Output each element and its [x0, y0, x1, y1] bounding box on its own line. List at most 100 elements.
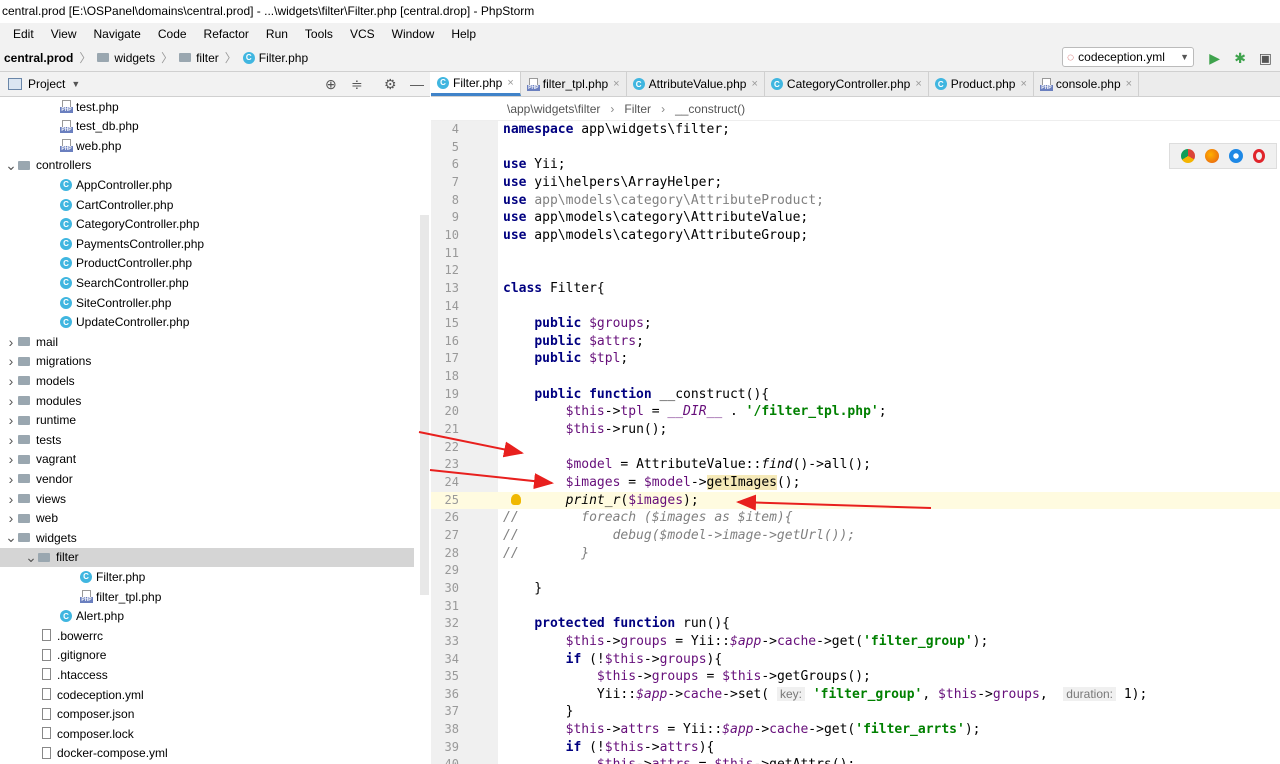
tree-item[interactable]: › tests — [0, 430, 414, 449]
code-line[interactable]: 22 — [431, 439, 1280, 457]
chrome-icon[interactable] — [1181, 149, 1195, 163]
project-panel-title[interactable]: Project — [28, 77, 65, 91]
code-line[interactable]: 11 — [431, 245, 1280, 263]
tree-item[interactable]: codeception.yml — [0, 685, 430, 704]
tree-item[interactable]: composer.json — [0, 705, 430, 724]
code-line[interactable]: 25 print_r($images); — [431, 491, 1280, 510]
code-line[interactable]: 8 use app\models\category\AttributeProduc… — [431, 192, 1280, 210]
tree-item[interactable]: ⌄ widgets — [0, 528, 414, 547]
chevron-right-icon[interactable]: › — [4, 432, 18, 448]
code-line[interactable]: 4 namespace app\widgets\filter; — [431, 121, 1280, 139]
tree-item[interactable]: C UpdateController.php — [0, 313, 430, 332]
code-line[interactable]: 9 use app\models\category\AttributeValue; — [431, 209, 1280, 227]
close-icon[interactable]: × — [751, 78, 757, 90]
tree-item[interactable]: C ProductController.php — [0, 254, 430, 273]
tree-item[interactable]: C PaymentsController.php — [0, 234, 430, 253]
code-line[interactable]: 24 $images = $model->getImages(); — [431, 474, 1280, 492]
code-line[interactable]: 30 } — [431, 580, 1280, 598]
tree-item[interactable]: › views — [0, 489, 414, 508]
tree-item[interactable]: C SearchController.php — [0, 273, 430, 292]
code-line[interactable]: 32 protected function run(){ — [431, 615, 1280, 633]
code-line[interactable]: 28 // } — [431, 545, 1280, 563]
tree-item[interactable]: docker-compose.yml — [0, 744, 430, 763]
tree-item[interactable]: C CartController.php — [0, 195, 430, 214]
code-line[interactable]: 31 — [431, 598, 1280, 616]
menu-item-run[interactable]: Run — [266, 27, 288, 41]
editor-tab[interactable]: PHP filter_tpl.php × — [521, 72, 627, 96]
code-line[interactable]: 21 $this->run(); — [431, 421, 1280, 439]
tree-item[interactable]: › migrations — [0, 352, 414, 371]
tree-item[interactable]: PHP test_db.php — [0, 117, 430, 136]
menu-item-help[interactable]: Help — [451, 27, 476, 41]
menu-item-edit[interactable]: Edit — [13, 27, 34, 41]
code-line[interactable]: 17 public $tpl; — [431, 350, 1280, 368]
tree-item[interactable]: › vendor — [0, 469, 414, 488]
tree-item[interactable]: composer.lock — [0, 724, 430, 743]
code-line[interactable]: 6 use Yii; — [431, 156, 1280, 174]
editor-tab[interactable]: C CategoryController.php × — [765, 72, 929, 96]
tree-item[interactable]: PHP filter_tpl.php — [0, 587, 430, 606]
tree-item[interactable]: C Filter.php — [0, 567, 430, 586]
code-line[interactable]: 29 — [431, 562, 1280, 580]
run-config-select[interactable]: ◌ codeception.yml ▼ — [1062, 47, 1194, 67]
tree-item[interactable]: › modules — [0, 391, 414, 410]
menu-item-code[interactable]: Code — [158, 27, 187, 41]
editor-tab[interactable]: C Filter.php × — [431, 72, 521, 96]
tree-item[interactable]: › runtime — [0, 411, 414, 430]
gear-icon[interactable]: ⚙ — [384, 76, 397, 93]
code-line[interactable]: 12 — [431, 262, 1280, 280]
close-icon[interactable]: × — [915, 78, 921, 90]
tree-item[interactable]: .htaccess — [0, 665, 430, 684]
tree-item[interactable]: .gitignore — [0, 646, 430, 665]
chevron-down-icon[interactable]: ⌄ — [4, 157, 18, 174]
tree-item[interactable]: PHP web.php — [0, 136, 430, 155]
tree-item[interactable]: .bowerrc — [0, 626, 430, 645]
chevron-down-icon[interactable]: ▼ — [71, 79, 80, 89]
chevron-right-icon[interactable]: › — [4, 471, 18, 487]
code-editor[interactable]: 4 namespace app\widgets\filter; 5 6 use Yii;… — [431, 121, 1280, 764]
minimize-icon[interactable]: — — [410, 76, 424, 92]
run-icon[interactable]: ▶ — [1209, 50, 1220, 67]
tree-item[interactable]: › web — [0, 509, 414, 528]
chevron-right-icon[interactable]: › — [4, 412, 18, 428]
menu-item-refactor[interactable]: Refactor — [204, 27, 249, 41]
tree-item[interactable]: C SiteController.php — [0, 293, 430, 312]
code-line[interactable]: 35 $this->groups = $this->getGroups(); — [431, 668, 1280, 686]
chevron-right-icon[interactable]: › — [4, 510, 18, 526]
code-line[interactable]: 38 $this->attrs = Yii::$app->cache->get(… — [431, 721, 1280, 739]
chevron-right-icon[interactable]: › — [4, 491, 18, 507]
opera-icon[interactable] — [1253, 149, 1265, 163]
code-line[interactable]: 5 — [431, 139, 1280, 157]
menu-item-tools[interactable]: Tools — [305, 27, 333, 41]
collapse-icon[interactable]: ≑ — [351, 76, 363, 93]
code-line[interactable]: 19 public function __construct(){ — [431, 386, 1280, 404]
nav-crumb-filter[interactable]: filter — [196, 51, 219, 65]
editor-tab[interactable]: PHP console.php × — [1034, 72, 1140, 96]
tree-item[interactable]: ⌄ controllers — [0, 156, 414, 175]
menu-item-window[interactable]: Window — [392, 27, 435, 41]
safari-icon[interactable] — [1229, 149, 1243, 163]
code-line[interactable]: 26 // foreach ($images as $item){ — [431, 509, 1280, 527]
tree-item[interactable]: ⌄ filter — [0, 547, 414, 567]
nav-crumb-widgets[interactable]: widgets — [114, 51, 155, 65]
editor-crumb-method[interactable]: __construct() — [675, 102, 745, 116]
code-line[interactable]: 13 class Filter{ — [431, 280, 1280, 298]
lightbulb-icon[interactable] — [511, 493, 521, 505]
code-line[interactable]: 34 if (!$this->groups){ — [431, 651, 1280, 669]
tree-scrollbar[interactable] — [420, 215, 429, 595]
menu-item-view[interactable]: View — [51, 27, 77, 41]
menu-item-vcs[interactable]: VCS — [350, 27, 375, 41]
tree-item[interactable]: C Alert.php — [0, 607, 430, 626]
nav-crumb-file[interactable]: Filter.php — [259, 51, 308, 65]
code-line[interactable]: 40 $this->attrs = $this->getAttrs(); — [431, 756, 1280, 764]
close-icon[interactable]: × — [613, 78, 619, 90]
code-line[interactable]: 33 $this->groups = Yii::$app->cache->get… — [431, 633, 1280, 651]
tree-item[interactable]: › mail — [0, 332, 414, 351]
close-icon[interactable]: × — [507, 77, 513, 89]
close-icon[interactable]: × — [1020, 78, 1026, 90]
code-line[interactable]: 7 use yii\helpers\ArrayHelper; — [431, 174, 1280, 192]
tree-item[interactable]: C AppController.php — [0, 175, 430, 194]
code-line[interactable]: 10 use app\models\category\AttributeGroup… — [431, 227, 1280, 245]
chevron-right-icon[interactable]: › — [4, 373, 18, 389]
chevron-right-icon[interactable]: › — [4, 353, 18, 369]
